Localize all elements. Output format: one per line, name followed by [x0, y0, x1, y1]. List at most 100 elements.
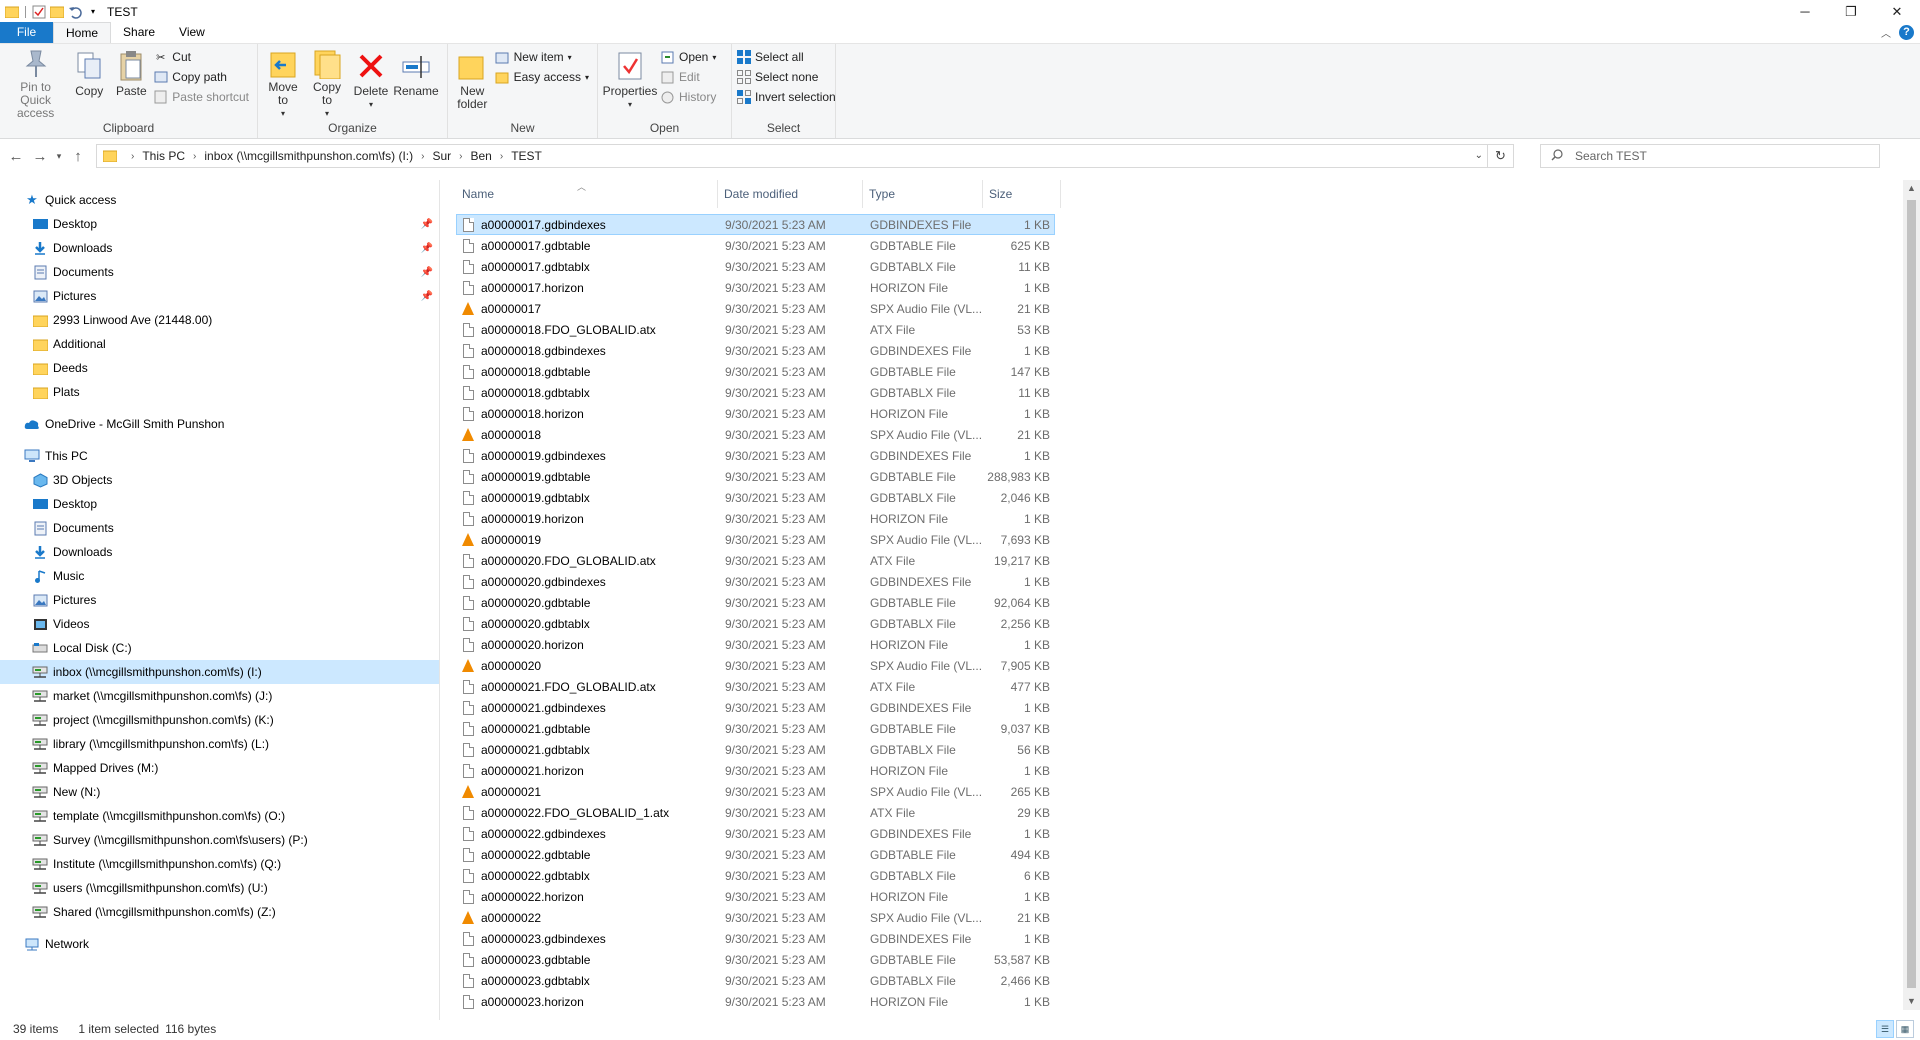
file-row[interactable]: a00000019.gdbtablx 9/30/2021 5:23 AM GDBTA… — [440, 487, 1920, 508]
quick-access-item[interactable]: Pictures 📌 — [0, 284, 439, 308]
this-pc-item[interactable]: project (\\mcgillsmithpunshon.com\fs) (K… — [0, 708, 439, 732]
tab-view[interactable]: View — [167, 22, 217, 43]
pin-icon[interactable]: 📌 — [421, 291, 433, 302]
nav-network[interactable]: Network — [0, 932, 439, 956]
address-dropdown-icon[interactable]: ⌄ — [1475, 150, 1483, 161]
easy-access-button[interactable]: Easy access ▾ — [495, 68, 593, 86]
this-pc-item[interactable]: market (\\mcgillsmithpunshon.com\fs) (J:… — [0, 684, 439, 708]
nav-quick-access[interactable]: ★ Quick access — [0, 188, 439, 212]
scroll-down-icon[interactable]: ▼ — [1903, 993, 1920, 1010]
file-row[interactable]: a00000018 9/30/2021 5:23 AM SPX Audio File… — [440, 424, 1920, 445]
file-row[interactable]: a00000023.horizon 9/30/2021 5:23 AM HORIZO… — [440, 991, 1920, 1012]
properties-icon[interactable] — [31, 4, 47, 20]
customize-toolbar-icon[interactable]: ▾ — [85, 4, 101, 20]
this-pc-item[interactable]: Survey (\\mcgillsmithpunshon.com\fs\user… — [0, 828, 439, 852]
this-pc-item[interactable]: Mapped Drives (M:) — [0, 756, 439, 780]
file-row[interactable]: a00000018.gdbtable 9/30/2021 5:23 AM GDBTA… — [440, 361, 1920, 382]
collapse-ribbon-icon[interactable]: ︿ — [1881, 25, 1891, 40]
breadcrumb-this-pc[interactable]: This PC › — [142, 149, 204, 163]
new-item-button[interactable]: New item ▾ — [495, 48, 593, 66]
breadcrumb-ben[interactable]: Ben › — [470, 149, 511, 163]
tab-file[interactable]: File — [0, 22, 53, 43]
nav-this-pc[interactable]: This PC — [0, 444, 439, 468]
copy-button[interactable]: Copy — [69, 47, 109, 121]
nav-onedrive[interactable]: OneDrive - McGill Smith Punshon — [0, 412, 439, 436]
delete-button[interactable]: Delete ▾ — [350, 47, 392, 121]
new-folder-button[interactable]: New folder — [452, 47, 493, 121]
this-pc-item[interactable]: inbox (\\mcgillsmithpunshon.com\fs) (I:) — [0, 660, 439, 684]
pin-to-quick-access-button[interactable]: Pin to Quick access — [4, 47, 67, 121]
pin-icon[interactable]: 📌 — [421, 243, 433, 254]
back-button[interactable]: ← — [4, 144, 28, 168]
select-none-button[interactable]: Select none — [736, 68, 840, 86]
file-row[interactable]: a00000020.horizon 9/30/2021 5:23 AM HORIZO… — [440, 634, 1920, 655]
this-pc-item[interactable]: Videos — [0, 612, 439, 636]
quick-access-item[interactable]: Plats — [0, 380, 439, 404]
file-row[interactable]: a00000020.gdbtablx 9/30/2021 5:23 AM GDBTA… — [440, 613, 1920, 634]
invert-selection-button[interactable]: Invert selection — [736, 88, 840, 106]
recent-locations-button[interactable]: ▾ — [52, 144, 66, 168]
select-all-button[interactable]: Select all — [736, 48, 840, 66]
file-row[interactable]: a00000021.gdbindexes 9/30/2021 5:23 AM GDB… — [440, 697, 1920, 718]
search-input[interactable]: Search TEST — [1540, 144, 1880, 168]
file-row[interactable]: a00000020.gdbindexes 9/30/2021 5:23 AM GDB… — [440, 571, 1920, 592]
file-row[interactable]: a00000017.gdbtablx 9/30/2021 5:23 AM GDBTA… — [440, 256, 1920, 277]
file-row[interactable]: a00000023.gdbindexes 9/30/2021 5:23 AM GDB… — [440, 928, 1920, 949]
copy-to-button[interactable]: Copy to ▾ — [306, 47, 348, 121]
details-view-icon[interactable]: ☰ — [1876, 1020, 1894, 1038]
refresh-button[interactable]: ↻ — [1487, 145, 1513, 167]
file-row[interactable]: a00000018.FDO_GLOBALID.atx 9/30/2021 5:23… — [440, 319, 1920, 340]
file-row[interactable]: a00000018.horizon 9/30/2021 5:23 AM HORIZO… — [440, 403, 1920, 424]
file-row[interactable]: a00000022.gdbtable 9/30/2021 5:23 AM GDBTA… — [440, 844, 1920, 865]
file-row[interactable]: a00000017 9/30/2021 5:23 AM SPX Audio File… — [440, 298, 1920, 319]
open-button[interactable]: Open ▾ — [660, 48, 720, 66]
breadcrumb-inbox[interactable]: inbox (\\mcgillsmithpunshon.com\fs) (I:)… — [204, 149, 432, 163]
up-button[interactable]: ↑ — [66, 144, 90, 168]
properties-button[interactable]: Properties ▾ — [602, 47, 658, 121]
new-folder-icon[interactable] — [49, 4, 65, 20]
file-row[interactable]: a00000020.FDO_GLOBALID.atx 9/30/2021 5:23… — [440, 550, 1920, 571]
minimize-button[interactable]: ─ — [1782, 0, 1828, 23]
quick-access-item[interactable]: Documents 📌 — [0, 260, 439, 284]
this-pc-item[interactable]: Institute (\\mcgillsmithpunshon.com\fs) … — [0, 852, 439, 876]
file-row[interactable]: a00000021.horizon 9/30/2021 5:23 AM HORIZO… — [440, 760, 1920, 781]
vertical-scrollbar[interactable]: ▲ ▼ — [1903, 180, 1920, 1010]
forward-button[interactable]: → — [28, 144, 52, 168]
cut-button[interactable]: ✂ Cut — [153, 48, 253, 66]
quick-access-item[interactable]: Downloads 📌 — [0, 236, 439, 260]
column-type[interactable]: Type — [863, 180, 983, 208]
scroll-thumb[interactable] — [1907, 200, 1916, 988]
this-pc-item[interactable]: Pictures — [0, 588, 439, 612]
file-row[interactable]: a00000019 9/30/2021 5:23 AM SPX Audio File… — [440, 529, 1920, 550]
paste-button[interactable]: Paste — [111, 47, 151, 121]
file-row[interactable]: a00000021.gdbtablx 9/30/2021 5:23 AM GDBTA… — [440, 739, 1920, 760]
breadcrumb-test[interactable]: TEST — [511, 149, 542, 163]
file-row[interactable]: a00000018.gdbindexes 9/30/2021 5:23 AM GDB… — [440, 340, 1920, 361]
large-icons-view-icon[interactable]: ▦ — [1896, 1020, 1914, 1038]
tab-home[interactable]: Home — [53, 22, 112, 43]
address-bar[interactable]: › This PC › inbox (\\mcgillsmithpunshon.c… — [96, 144, 1514, 168]
column-date-modified[interactable]: Date modified — [718, 180, 863, 208]
close-button[interactable]: ✕ — [1874, 0, 1920, 23]
this-pc-item[interactable]: 3D Objects — [0, 468, 439, 492]
edit-button[interactable]: Edit — [660, 68, 720, 86]
scroll-up-icon[interactable]: ▲ — [1903, 180, 1920, 197]
file-row[interactable]: a00000022.horizon 9/30/2021 5:23 AM HORIZO… — [440, 886, 1920, 907]
file-row[interactable]: a00000021.gdbtable 9/30/2021 5:23 AM GDBTA… — [440, 718, 1920, 739]
this-pc-item[interactable]: Local Disk (C:) — [0, 636, 439, 660]
this-pc-item[interactable]: Documents — [0, 516, 439, 540]
paste-shortcut-button[interactable]: Paste shortcut — [153, 88, 253, 106]
rename-button[interactable]: Rename — [393, 47, 439, 121]
file-row[interactable]: a00000017.gdbtable 9/30/2021 5:23 AM GDBTA… — [440, 235, 1920, 256]
column-size[interactable]: Size — [983, 180, 1061, 208]
this-pc-item[interactable]: library (\\mcgillsmithpunshon.com\fs) (L… — [0, 732, 439, 756]
this-pc-item[interactable]: Music — [0, 564, 439, 588]
file-row[interactable]: a00000023.gdbtablx 9/30/2021 5:23 AM GDBTA… — [440, 970, 1920, 991]
file-row[interactable]: a00000022.FDO_GLOBALID_1.atx 9/30/2021 5:… — [440, 802, 1920, 823]
file-row[interactable]: a00000017.gdbindexes 9/30/2021 5:23 AM GDB… — [440, 214, 1920, 235]
this-pc-item[interactable]: users (\\mcgillsmithpunshon.com\fs) (U:) — [0, 876, 439, 900]
file-row[interactable]: a00000022 9/30/2021 5:23 AM SPX Audio File… — [440, 907, 1920, 928]
file-row[interactable]: a00000023.gdbtable 9/30/2021 5:23 AM GDBTA… — [440, 949, 1920, 970]
breadcrumb-sur[interactable]: Sur › — [432, 149, 470, 163]
file-row[interactable]: a00000018.gdbtablx 9/30/2021 5:23 AM GDBTA… — [440, 382, 1920, 403]
